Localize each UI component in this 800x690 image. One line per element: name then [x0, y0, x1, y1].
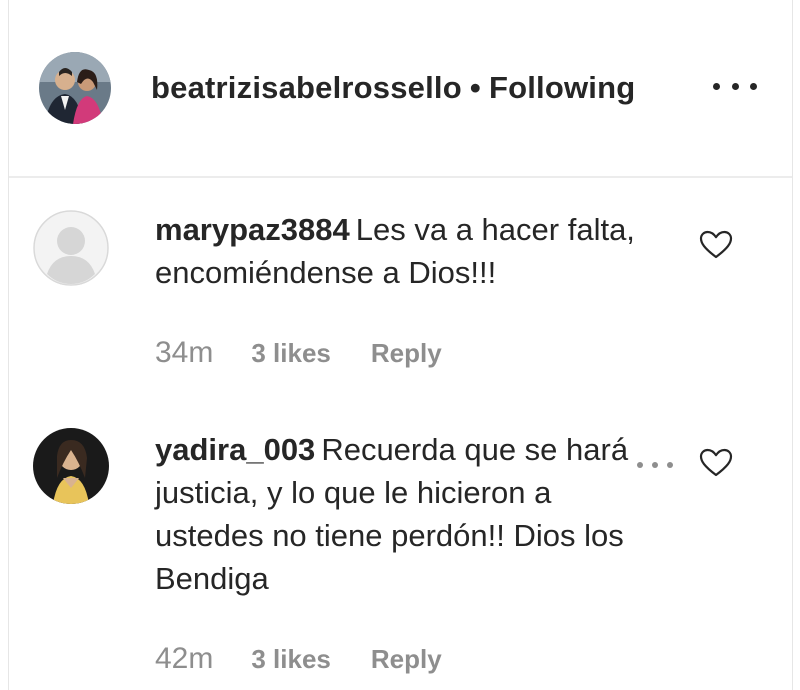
reply-button[interactable]: Reply — [371, 644, 442, 675]
dot-2 — [652, 462, 658, 468]
comment-meta: 42m 3 likes Reply — [155, 642, 442, 676]
follow-status[interactable]: Following — [489, 70, 635, 105]
profile-avatar[interactable] — [39, 52, 111, 124]
dot-1 — [637, 462, 643, 468]
heart-icon[interactable] — [699, 230, 733, 260]
comments-panel: beatrizisabelrossello • Following marypaz3… — [8, 0, 793, 690]
commenter-avatar[interactable] — [33, 428, 109, 504]
comment-text-block: marypaz3884 Les va a hacer falta, encomié… — [155, 208, 645, 294]
comment-likes[interactable]: 3 likes — [251, 338, 331, 369]
header-title: beatrizisabelrossello • Following — [151, 70, 635, 106]
commenter-avatar[interactable] — [33, 210, 109, 286]
reply-button[interactable]: Reply — [371, 338, 442, 369]
comment-username[interactable]: marypaz3884 — [155, 212, 350, 247]
dot-3 — [750, 82, 757, 90]
comment-time[interactable]: 34m — [155, 336, 213, 370]
dot-3 — [667, 462, 673, 468]
comment-item: yadira_003 Recuerda que se hará justicia,… — [9, 418, 792, 690]
more-options-icon[interactable] — [713, 76, 757, 96]
comment-meta: 34m 3 likes Reply — [155, 336, 442, 370]
comment-more-icon[interactable] — [637, 460, 673, 470]
comment-likes[interactable]: 3 likes — [251, 644, 331, 675]
post-header: beatrizisabelrossello • Following — [9, 0, 792, 178]
comment-item: marypaz3884 Les va a hacer falta, encomié… — [9, 178, 792, 418]
heart-icon[interactable] — [699, 448, 733, 478]
comment-username[interactable]: yadira_003 — [155, 432, 315, 467]
dot-1 — [713, 82, 720, 90]
dot-2 — [731, 82, 739, 90]
separator-dot: • — [469, 70, 481, 105]
comment-time[interactable]: 42m — [155, 642, 213, 676]
header-username[interactable]: beatrizisabelrossello — [151, 70, 462, 105]
comment-text-block: yadira_003 Recuerda que se hará justicia,… — [155, 428, 645, 600]
